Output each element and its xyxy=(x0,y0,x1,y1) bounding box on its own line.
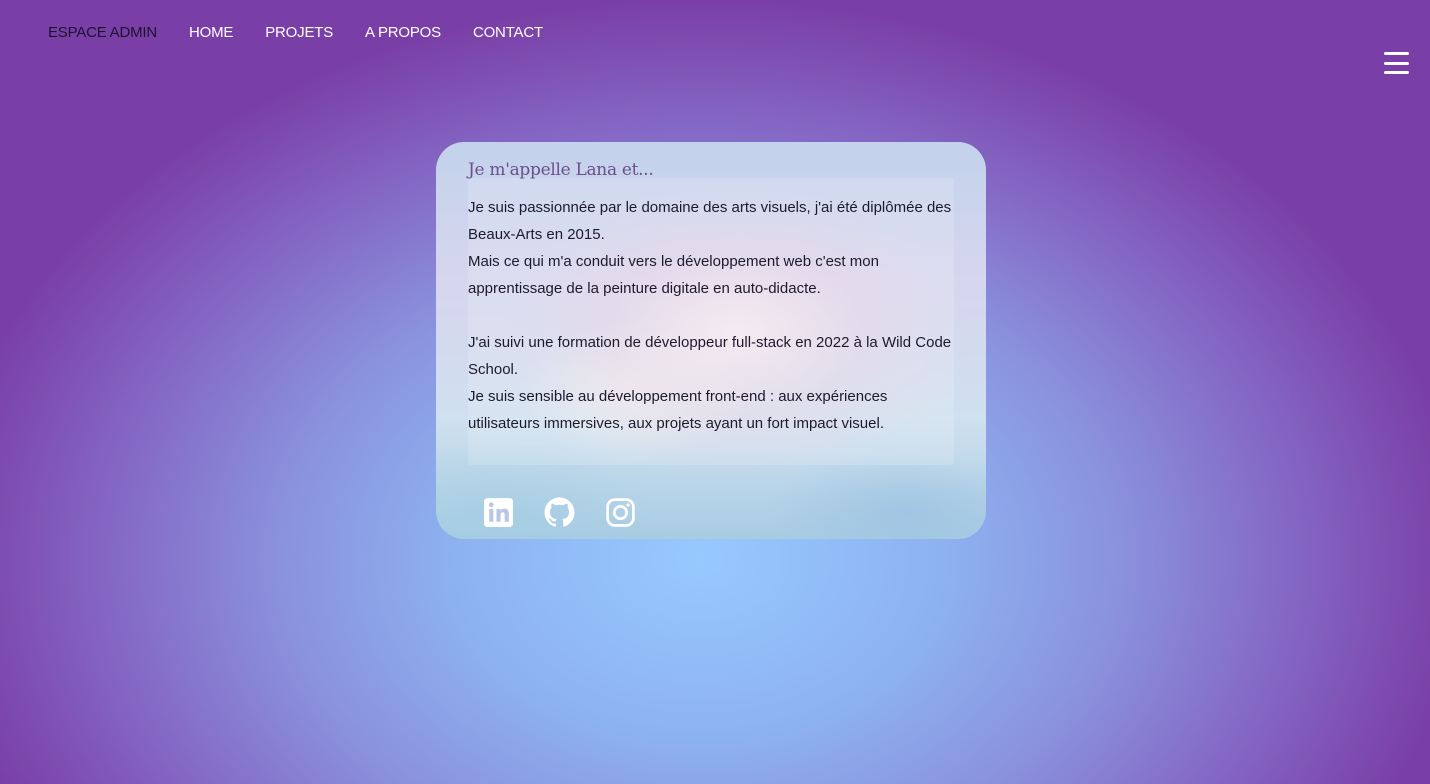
nav-link-a-propos[interactable]: A PROPOS xyxy=(365,24,441,41)
about-card: Je m'appelle Lana et... Je suis passionn… xyxy=(436,142,986,539)
card-paragraph: Je suis sensible au développement front-… xyxy=(468,388,888,432)
hamburger-menu-icon[interactable] xyxy=(1384,52,1409,74)
card-body: Je suis passionnée par le domaine des ar… xyxy=(468,194,954,437)
hamburger-bar xyxy=(1384,61,1409,65)
social-links xyxy=(482,496,637,529)
github-icon[interactable] xyxy=(543,496,576,529)
hamburger-bar xyxy=(1384,71,1409,74)
card-paragraph: Mais ce qui m'a conduit vers le développ… xyxy=(468,253,879,297)
nav-link-home[interactable]: HOME xyxy=(189,24,233,41)
main-nav: ESPACE ADMIN HOME PROJETS A PROPOS CONTA… xyxy=(48,24,543,41)
card-paragraph: J'ai suivi une formation de développeur … xyxy=(468,334,952,378)
nav-link-contact[interactable]: CONTACT xyxy=(473,24,543,41)
instagram-icon[interactable] xyxy=(604,496,637,529)
hamburger-bar xyxy=(1384,52,1409,55)
nav-link-espace-admin[interactable]: ESPACE ADMIN xyxy=(48,24,157,41)
card-title: Je m'appelle Lana et... xyxy=(468,160,654,180)
card-paragraph: Je suis passionnée par le domaine des ar… xyxy=(468,199,952,243)
linkedin-icon[interactable] xyxy=(482,496,515,529)
nav-link-projets[interactable]: PROJETS xyxy=(265,24,333,41)
